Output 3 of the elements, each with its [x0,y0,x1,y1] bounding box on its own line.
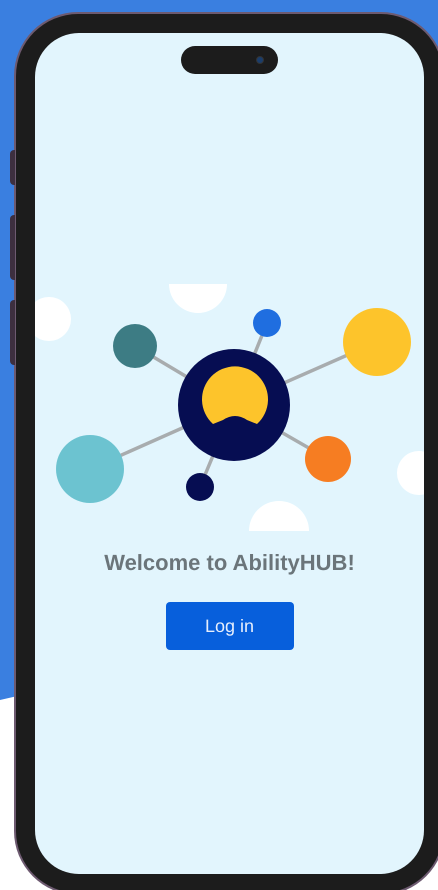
login-button[interactable]: Log in [166,602,294,650]
welcome-heading: Welcome to AbilityHUB! [104,549,355,577]
camera-lens-icon [256,56,264,64]
